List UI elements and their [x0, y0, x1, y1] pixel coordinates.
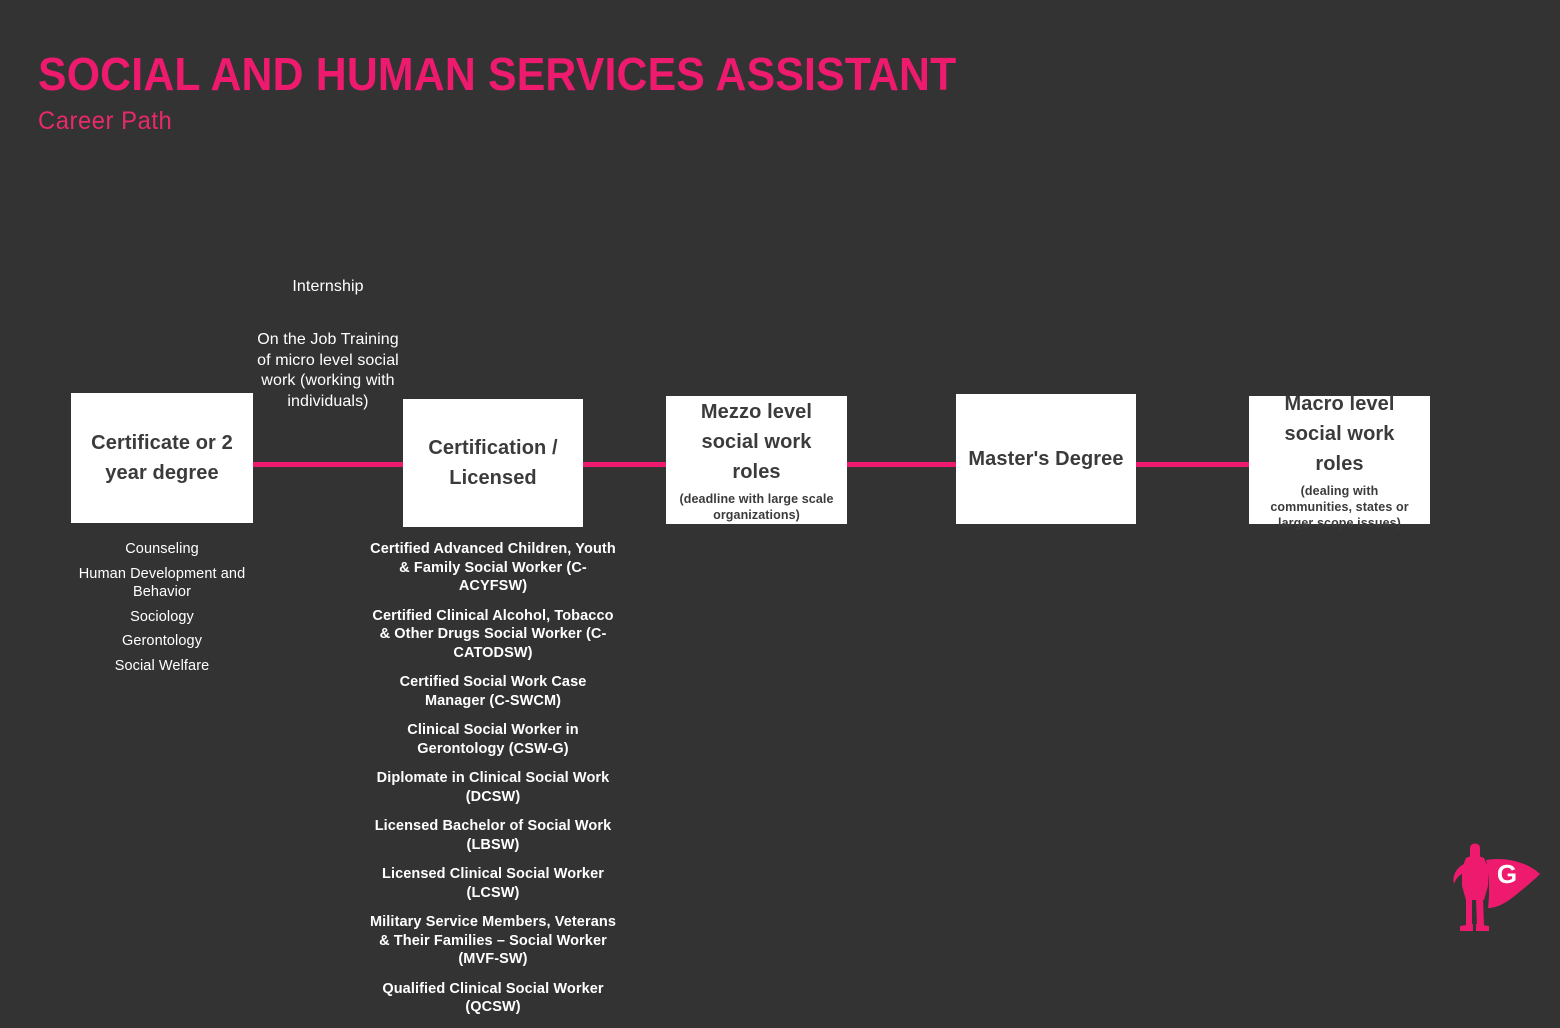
note-on-the-job-training: On the Job Training of micro level socia…: [257, 331, 399, 410]
node-title: Master's Degree: [968, 448, 1124, 470]
note-internship: Internship: [292, 278, 364, 295]
node-masters-degree[interactable]: Master's Degree: [956, 394, 1136, 524]
connector-line-3: [846, 462, 958, 467]
list-item: Licensed Bachelor of Social Work (LBSW): [374, 818, 612, 853]
connector-line-2: [582, 462, 668, 467]
list-item: Military Service Members, Veterans & The…: [370, 914, 616, 967]
node-certificate-or-2-year-degree[interactable]: Certificate or 2 year degree: [71, 393, 253, 523]
degree-fields-list: Counseling Human Development and Behavio…: [58, 540, 266, 681]
list-item: Gerontology: [121, 633, 203, 649]
superhero-logo-icon: G: [1448, 838, 1544, 938]
list-item: Human Development and Behavior: [78, 565, 246, 601]
list-item: Counseling: [125, 541, 199, 557]
list-item: Licensed Clinical Social Worker (LCSW): [381, 866, 605, 901]
list-item: Sociology: [130, 608, 194, 625]
connector-line-1: [253, 462, 413, 467]
node-title: Certificate or 2 year degree: [91, 432, 233, 484]
node-macro-level-social-work-roles[interactable]: Macro level social work roles (dealing w…: [1249, 393, 1430, 530]
list-item: Social Welfare: [114, 657, 210, 674]
certifications-list: Certified Advanced Children, Youth & Fam…: [368, 540, 618, 1028]
node-subtitle: (deadline with large scale organizations…: [679, 492, 834, 522]
list-item: Diplomate in Clinical Social Work (DCSW): [376, 770, 610, 805]
node-title: Macro level social work roles: [1284, 393, 1395, 475]
list-item: Certified Social Work Case Manager (C-SW…: [399, 674, 587, 709]
list-item: Certified Advanced Children, Youth & Fam…: [370, 541, 616, 594]
list-item: Qualified Clinical Social Worker (QCSW): [382, 980, 604, 1016]
node-mezzo-level-social-work-roles[interactable]: Mezzo level social work roles (deadline …: [666, 396, 847, 524]
list-item: Clinical Social Worker in Gerontology (C…: [407, 722, 579, 757]
node-subtitle: (dealing with communities, states or lar…: [1270, 484, 1409, 530]
node-title: Mezzo level social work roles: [700, 401, 813, 483]
node-certification-licensed[interactable]: Certification / Licensed: [403, 399, 583, 527]
logo-letter: G: [1497, 859, 1517, 889]
connector-line-4: [1134, 462, 1250, 467]
list-item: Certified Clinical Alcohol, Tobacco & Ot…: [372, 607, 614, 661]
node-title: Certification / Licensed: [428, 437, 558, 489]
career-path-flow: Internship On the Job Training of micro …: [0, 0, 1560, 1015]
